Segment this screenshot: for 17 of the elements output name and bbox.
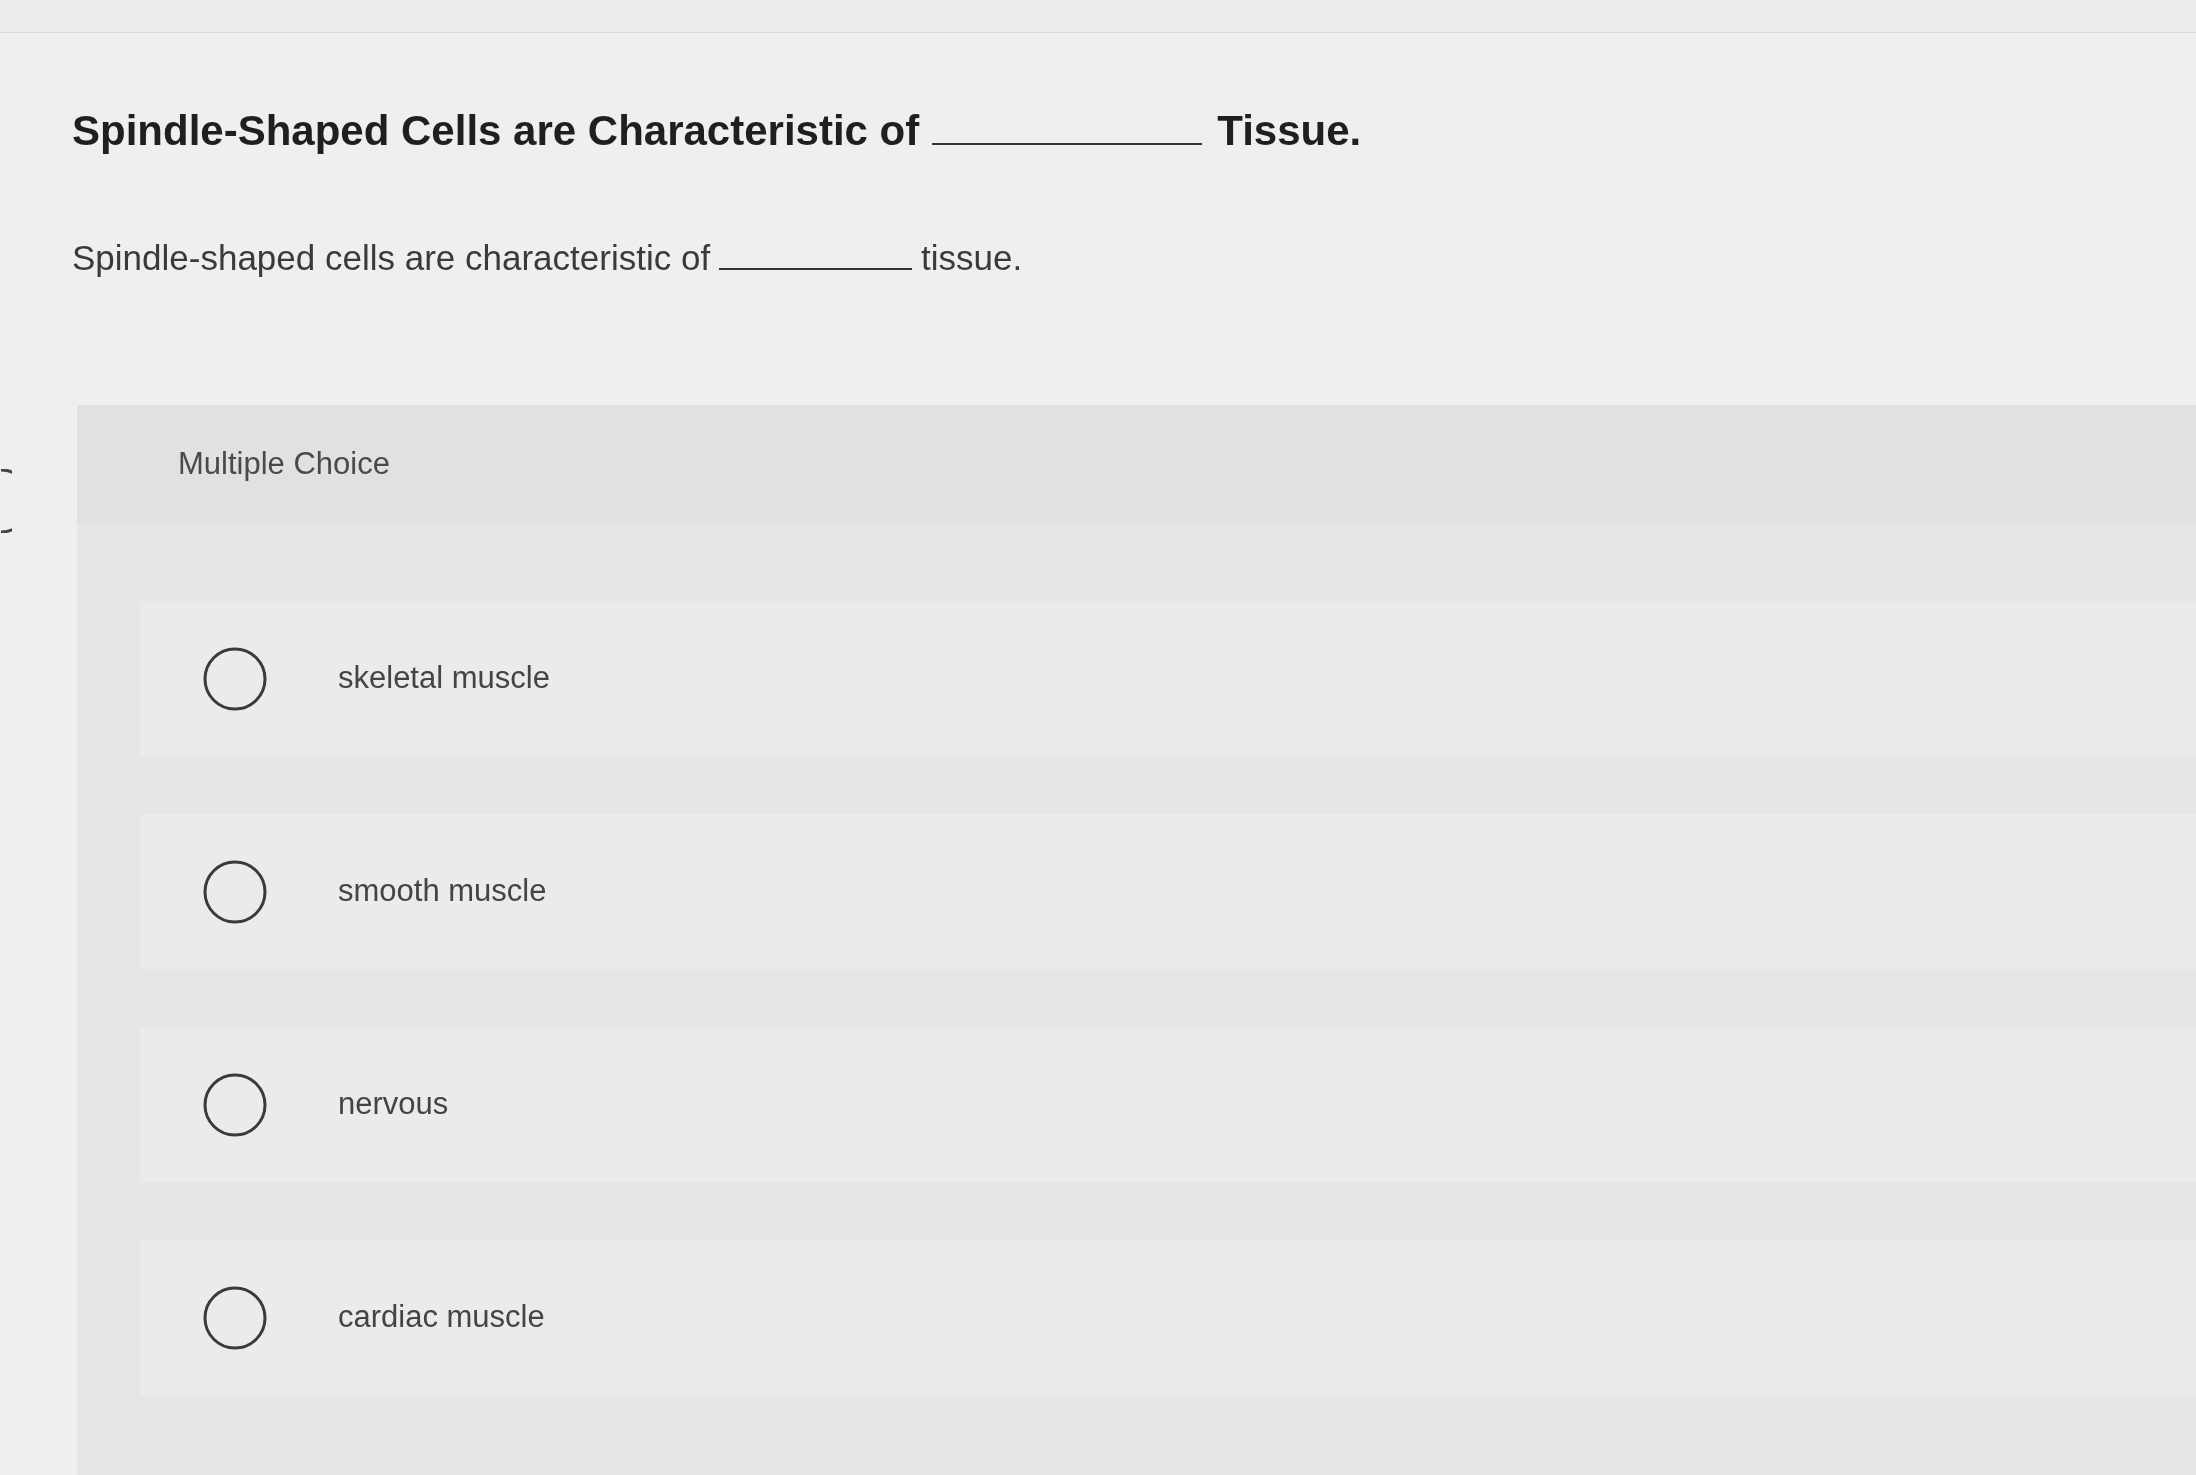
radio-button[interactable]: [203, 859, 267, 924]
question-title: Tissue.: [1217, 107, 1362, 154]
option-label: smooth muscle: [338, 872, 547, 911]
option-label: cardiac muscle: [338, 1298, 545, 1337]
question-text: tissue.: [921, 238, 1023, 277]
answer-option[interactable]: smooth muscle: [140, 814, 2196, 969]
panel-heading: Multiple Choice: [178, 445, 390, 484]
answer-option[interactable]: cardiac muscle: [140, 1240, 2196, 1395]
radio-button[interactable]: [203, 646, 267, 711]
answer-option[interactable]: nervous: [140, 1027, 2196, 1182]
radio-button[interactable]: [203, 1285, 267, 1350]
answer-option[interactable]: skeletal muscle: [140, 601, 2196, 756]
question-title: Spindle-Shaped Cells are Characteristic of: [72, 107, 920, 154]
option-label: nervous: [338, 1085, 449, 1124]
question-text: Spindle-shaped cells are characteristic of: [72, 238, 711, 277]
option-label: skeletal muscle: [338, 659, 550, 698]
radio-button[interactable]: [203, 1072, 267, 1137]
